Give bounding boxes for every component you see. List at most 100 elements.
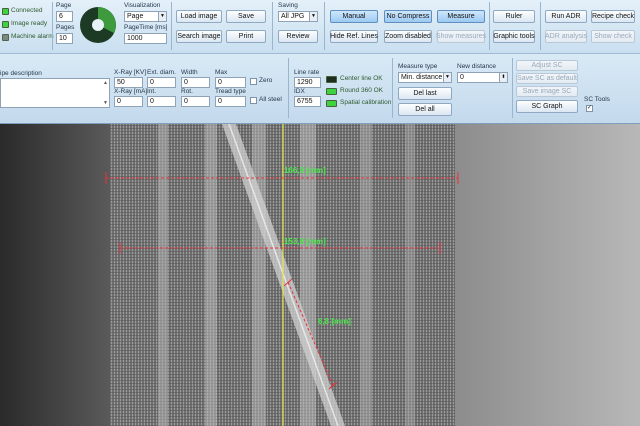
divider bbox=[171, 2, 172, 50]
measure-type-value: Min. distance bbox=[401, 74, 443, 81]
int-input[interactable]: 0 bbox=[147, 96, 176, 107]
visualization-select-value: Page bbox=[127, 13, 144, 20]
graphic-tools-button[interactable]: Graphic tools bbox=[493, 30, 535, 43]
xray-kv-label: X-Ray [KV] bbox=[114, 69, 147, 76]
measurement-label-2: 153,6 [mm] bbox=[284, 237, 326, 246]
zoom-disabled-button[interactable]: Zoom disabled bbox=[384, 30, 432, 43]
zero-label: Zero bbox=[259, 77, 273, 84]
measurement-label-1: 166,9 [mm] bbox=[284, 166, 326, 175]
page-label: Page bbox=[56, 2, 72, 9]
new-distance-value: 0 bbox=[460, 74, 464, 81]
max-input[interactable]: 0 bbox=[215, 77, 246, 88]
new-distance-label: New distance bbox=[457, 63, 497, 70]
pages-input[interactable]: 10 bbox=[56, 33, 73, 44]
chevron-down-icon[interactable]: ▼ bbox=[443, 73, 451, 82]
saving-format-value: All JPG bbox=[281, 13, 305, 20]
width-label: Width bbox=[181, 69, 198, 76]
print-button[interactable]: Print bbox=[226, 30, 266, 43]
tread-type-input[interactable]: 0 bbox=[215, 96, 246, 107]
xray-kv-input[interactable]: 50 bbox=[114, 77, 143, 88]
chevron-down-icon[interactable]: ▼ bbox=[309, 12, 317, 21]
zero-checkbox[interactable] bbox=[250, 78, 257, 85]
spatial-calibration-led-icon bbox=[326, 100, 337, 107]
rot-label: Rot. bbox=[181, 88, 193, 95]
del-last-button[interactable]: Del last bbox=[398, 87, 452, 100]
pages-label: Pages bbox=[56, 24, 75, 31]
adr-analysis-button[interactable]: ADR analysis bbox=[545, 30, 587, 43]
new-distance-input[interactable]: 0 ⬍ bbox=[457, 72, 508, 83]
load-image-button[interactable]: Load image bbox=[176, 10, 222, 23]
round-360-ok-label: Round 360 OK bbox=[340, 87, 384, 94]
divider bbox=[52, 2, 53, 50]
machine-alarm-label: Machine alarm bbox=[11, 33, 54, 40]
center-line-led-icon bbox=[326, 76, 337, 83]
line-rate-input[interactable]: 1290 bbox=[294, 77, 321, 88]
save-image-sc-button[interactable]: Save image SC bbox=[516, 86, 578, 97]
divider bbox=[540, 2, 541, 50]
measurement-label-3: 6,8 [mm] bbox=[318, 317, 351, 326]
parameters-panel: ipe description ▲ ▼ X-Ray [KV] 50 X-Ray … bbox=[0, 54, 640, 124]
center-line-ok-label: Center line OK bbox=[340, 75, 383, 82]
int-label: Int. bbox=[147, 88, 157, 95]
recipe-description-label: ipe description bbox=[0, 70, 42, 77]
idx-label: IDX bbox=[294, 88, 305, 95]
hide-ref-lines-button[interactable]: Hide Ref. Lines bbox=[330, 30, 378, 43]
rot-input[interactable]: 0 bbox=[181, 96, 210, 107]
chevron-down-icon[interactable]: ▼ bbox=[158, 12, 166, 21]
visualization-label: Visualization bbox=[124, 2, 161, 9]
recipe-description-field[interactable]: ▲ ▼ bbox=[0, 78, 110, 108]
run-adr-button[interactable]: Run ADR bbox=[545, 10, 587, 23]
show-check-button[interactable]: Show check bbox=[591, 30, 635, 43]
visualization-select[interactable]: Page ▼ bbox=[124, 11, 167, 22]
saving-label: Saving bbox=[278, 2, 298, 9]
image-ready-label: Image ready bbox=[11, 20, 48, 27]
image-ready-led-icon bbox=[2, 21, 9, 28]
recipe-check-button[interactable]: Recipe check bbox=[591, 10, 635, 23]
saving-format-select[interactable]: All JPG ▼ bbox=[278, 11, 318, 22]
divider bbox=[392, 58, 393, 118]
divider bbox=[512, 58, 513, 118]
sc-graph-button[interactable]: SC Graph bbox=[516, 100, 578, 113]
max-label: Max bbox=[215, 69, 228, 76]
sc-tools-checkbox[interactable]: ✓ bbox=[586, 105, 593, 112]
divider bbox=[324, 2, 325, 50]
connected-led-icon bbox=[2, 8, 9, 15]
review-button[interactable]: Review bbox=[278, 30, 318, 43]
measure-button[interactable]: Measure bbox=[437, 10, 485, 23]
all-steel-label: All steel bbox=[259, 96, 282, 103]
save-button[interactable]: Save bbox=[226, 10, 266, 23]
show-measures-button[interactable]: Show measures bbox=[436, 30, 486, 43]
machine-alarm-led-icon bbox=[2, 34, 9, 41]
xray-ma-label: X-Ray [mA] bbox=[114, 88, 148, 95]
measure-type-select[interactable]: Min. distance ▼ bbox=[398, 72, 452, 83]
page-input[interactable]: 6 bbox=[56, 11, 73, 22]
scroll-up-icon[interactable]: ▲ bbox=[103, 80, 108, 86]
divider bbox=[288, 58, 289, 118]
save-sc-default-button[interactable]: Save SC as default bbox=[516, 73, 578, 84]
connected-label: Connected bbox=[11, 7, 43, 14]
measure-type-label: Measure type bbox=[398, 63, 438, 70]
top-toolbar: Connected Image ready Machine alarm Page… bbox=[0, 0, 640, 54]
del-all-button[interactable]: Del all bbox=[398, 103, 452, 116]
pagetime-input[interactable]: 1000 bbox=[124, 33, 167, 44]
xray-ma-input[interactable]: 0 bbox=[114, 96, 143, 107]
xray-image[interactable]: 166,9 [mm] 153,6 [mm] 6,8 [mm] bbox=[0, 124, 640, 426]
xray-image-viewer[interactable]: 166,9 [mm] 153,6 [mm] 6,8 [mm] bbox=[0, 124, 640, 426]
spatial-calibration-label: Spatial calibration bbox=[340, 99, 392, 106]
manual-button[interactable]: Manual bbox=[330, 10, 378, 23]
round-360-led-icon bbox=[326, 88, 337, 95]
sc-tools-label: SC Tools bbox=[584, 96, 610, 103]
idx-input[interactable]: 6755 bbox=[294, 96, 321, 107]
ext-diam-input[interactable]: 0 bbox=[147, 77, 176, 88]
adjust-sc-button[interactable]: Adjust SC bbox=[516, 60, 578, 71]
divider bbox=[489, 2, 490, 50]
stepper-icon[interactable]: ⬍ bbox=[499, 73, 507, 82]
width-input[interactable]: 0 bbox=[181, 77, 210, 88]
scroll-down-icon[interactable]: ▼ bbox=[103, 100, 108, 106]
ruler-button[interactable]: Ruler bbox=[493, 10, 535, 23]
no-compress-button[interactable]: No Compress bbox=[384, 10, 432, 23]
search-image-button[interactable]: Search image bbox=[176, 30, 222, 43]
tread-type-label: Tread type bbox=[215, 88, 246, 95]
divider bbox=[272, 2, 273, 50]
all-steel-checkbox[interactable] bbox=[250, 97, 257, 104]
